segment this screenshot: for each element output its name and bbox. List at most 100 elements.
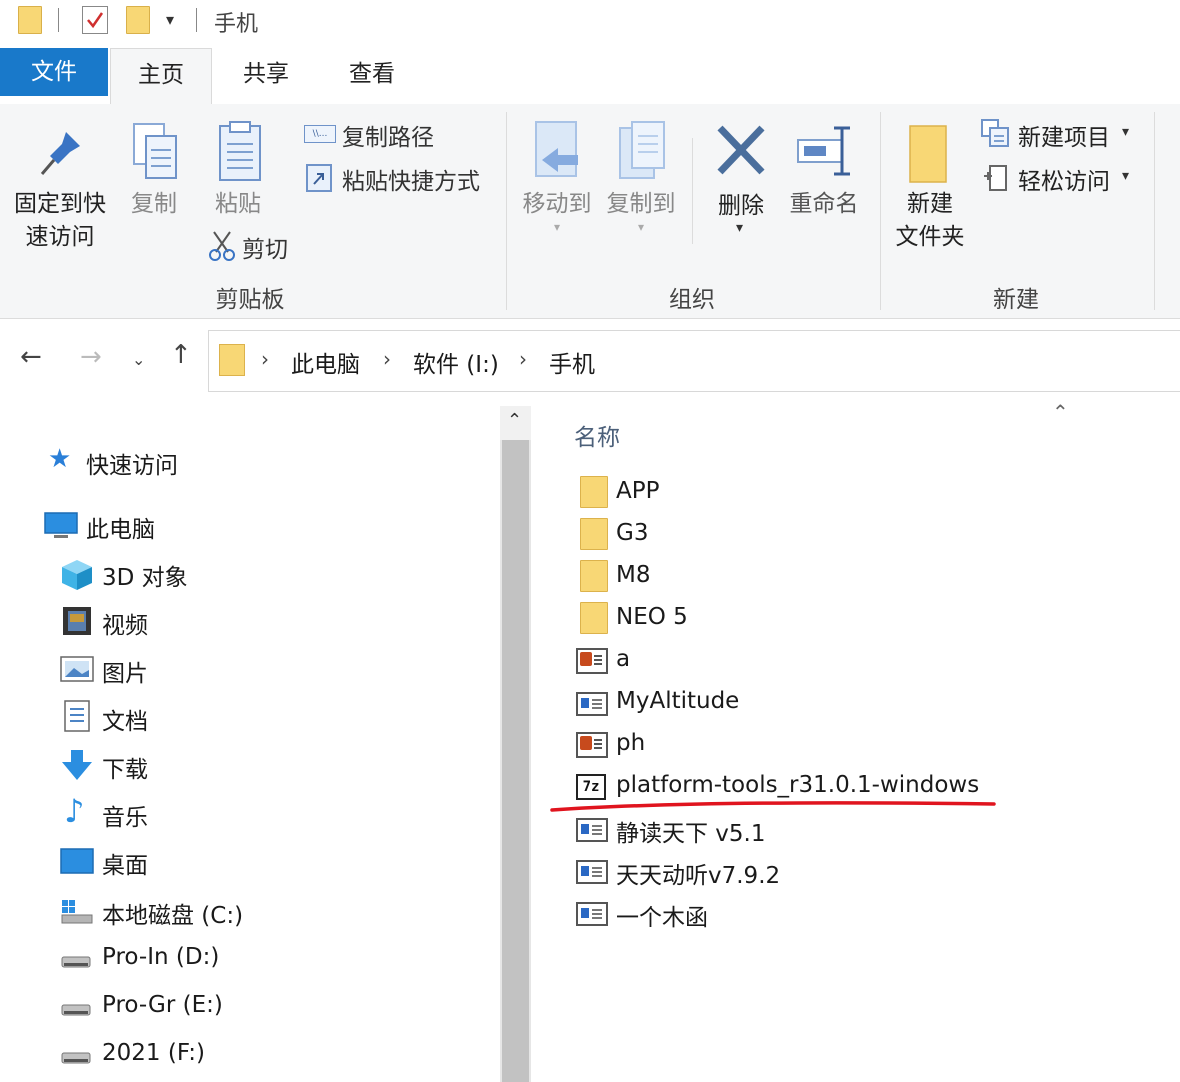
nav-item-downloads[interactable]: 下载: [60, 748, 360, 783]
title-bar: ▾ 手机: [0, 0, 1180, 46]
file-row-tiantian[interactable]: 天天动听v7.9.2: [576, 852, 1076, 890]
shortcut-badge-icon: [576, 648, 608, 674]
column-header-name[interactable]: 名称: [574, 418, 620, 452]
nav-item-pictures[interactable]: 图片: [60, 652, 360, 687]
breadcrumb-chevron-icon[interactable]: ›: [519, 347, 527, 371]
copy-label: 复制: [131, 191, 177, 217]
picture-icon: [60, 656, 94, 682]
nav-item-3d-objects[interactable]: 3D 对象: [60, 556, 360, 591]
new-group-label: 新建: [993, 287, 1039, 313]
scroll-up-button[interactable]: ⌃: [500, 406, 531, 440]
shortcut-badge-icon: [576, 732, 608, 758]
folder-icon: [580, 560, 608, 592]
breadcrumb-drive-i[interactable]: 软件 (I:): [413, 345, 499, 379]
breadcrumb-this-pc[interactable]: 此电脑: [291, 345, 360, 379]
move-to-button[interactable]: 移动到 ▾: [518, 116, 596, 236]
tab-file[interactable]: 文件: [0, 48, 108, 96]
nav-item-drive-e[interactable]: Pro-Gr (E:): [60, 990, 400, 1024]
file-name: 天天动听v7.9.2: [616, 863, 781, 889]
cut-label: 剪切: [242, 237, 288, 263]
easy-access-chevron-down-icon: ▾: [1122, 168, 1130, 184]
paste-shortcut-button[interactable]: 粘贴快捷方式: [302, 162, 502, 195]
easy-access-button[interactable]: 轻松访问 ▾: [978, 160, 1148, 195]
paste-button[interactable]: 粘贴: [206, 116, 270, 226]
application-icon: [576, 902, 608, 926]
nav-item-label: 快速访问: [86, 453, 178, 479]
breadcrumb-phone[interactable]: 手机: [549, 345, 595, 379]
file-list: 名称 ⌃ APP G3 M8 NEO 5 a MyAltitude ph 7z …: [532, 400, 1180, 1082]
nav-item-music[interactable]: ♪ 音乐: [60, 792, 360, 831]
rename-button[interactable]: 重命名: [784, 116, 864, 226]
file-row-jingdu[interactable]: 静读天下 v5.1: [576, 810, 1076, 848]
copy-to-button[interactable]: 复制到 ▾: [602, 116, 680, 236]
new-item-label: 新建项目: [1018, 125, 1110, 151]
address-bar[interactable]: › 此电脑 › 软件 (I:) › 手机: [208, 330, 1180, 392]
recent-locations-chevron-down-icon[interactable]: ⌄: [132, 350, 145, 369]
nav-item-documents[interactable]: 文档: [60, 700, 360, 735]
nav-item-label: 视频: [102, 613, 148, 639]
copy-button[interactable]: 复制: [122, 116, 186, 226]
file-row-m8[interactable]: M8: [576, 558, 1076, 596]
drive-icon: [61, 956, 91, 968]
nav-item-label: Pro-In (D:): [102, 944, 220, 970]
nav-item-drive-f[interactable]: 2021 (F:): [60, 1038, 400, 1072]
nav-item-label: 文档: [102, 709, 148, 735]
tab-share[interactable]: 共享: [218, 48, 314, 104]
file-row-yigemuhan[interactable]: 一个木函: [576, 894, 1076, 932]
up-arrow-icon[interactable]: ↑: [170, 340, 192, 370]
delete-x-icon: [717, 125, 765, 175]
file-name: a: [616, 646, 631, 672]
new-folder-button[interactable]: 新建 文件夹: [890, 116, 970, 266]
delete-chevron-down-icon: ▾: [736, 220, 744, 236]
file-row-app[interactable]: APP: [576, 474, 1076, 512]
nav-item-drive-d[interactable]: Pro-In (D:): [60, 942, 400, 976]
forward-arrow-icon[interactable]: →: [80, 342, 102, 372]
pin-icon: [40, 132, 80, 175]
nav-item-desktop[interactable]: 桌面: [60, 844, 360, 879]
delete-button[interactable]: 删除 ▾: [706, 116, 776, 240]
nav-item-quick-access[interactable]: ★ 快速访问: [48, 444, 348, 479]
clipboard-group-label: 剪贴板: [215, 287, 285, 313]
file-row-ph[interactable]: ph: [576, 726, 1076, 764]
cut-button[interactable]: 剪切: [206, 230, 306, 263]
nav-item-this-pc[interactable]: 此电脑: [44, 508, 344, 543]
paste-shortcut-label: 粘贴快捷方式: [342, 169, 480, 195]
back-arrow-icon[interactable]: ←: [20, 342, 42, 372]
new-item-icon: [981, 119, 1009, 147]
pin-to-quick-access-button[interactable]: 固定到快 速访问: [10, 116, 110, 266]
nav-item-label: 3D 对象: [102, 565, 188, 591]
file-name: 静读天下 v5.1: [616, 821, 766, 847]
nav-item-label: 2021 (F:): [102, 1040, 205, 1066]
file-row-myaltitude[interactable]: MyAltitude: [576, 684, 1076, 722]
new-item-button[interactable]: 新建项目 ▾: [978, 116, 1148, 151]
pin-label-line1: 固定到快: [14, 191, 106, 217]
copy-path-button[interactable]: \\... 复制路径: [302, 118, 502, 151]
customize-toolbar-chevron-down-icon[interactable]: ▾: [166, 10, 174, 29]
new-folder-icon[interactable]: [126, 6, 150, 34]
scroll-up-chevron-icon: ⌃: [507, 410, 523, 431]
drive-icon: [61, 1004, 91, 1016]
nav-item-videos[interactable]: 视频: [60, 604, 360, 639]
sort-ascending-chevron-up-icon[interactable]: ⌃: [1052, 400, 1069, 424]
tab-view[interactable]: 查看: [324, 48, 420, 104]
folder-icon: [580, 476, 608, 508]
breadcrumb-chevron-icon[interactable]: ›: [261, 347, 269, 371]
file-row-neo5[interactable]: NEO 5: [576, 600, 1076, 638]
paste-shortcut-icon: [306, 164, 332, 192]
group-divider: [506, 112, 507, 310]
scrollbar-thumb[interactable]: [502, 440, 529, 1082]
nav-item-drive-c[interactable]: 本地磁盘 (C:): [60, 894, 400, 929]
tab-home[interactable]: 主页: [110, 48, 212, 105]
file-row-a[interactable]: a: [576, 642, 1076, 680]
move-to-chevron-down-icon: ▾: [554, 220, 561, 234]
file-name: 一个木函: [616, 905, 708, 931]
copy-icon: [133, 123, 177, 179]
file-name: MyAltitude: [616, 688, 740, 714]
folder-icon[interactable]: [18, 6, 42, 34]
breadcrumb-chevron-icon[interactable]: ›: [383, 347, 391, 371]
paste-icon: [219, 121, 261, 181]
paste-label: 粘贴: [215, 191, 261, 217]
file-row-g3[interactable]: G3: [576, 516, 1076, 554]
pin-label-line2: 速访问: [25, 224, 95, 250]
properties-icon[interactable]: [82, 6, 108, 34]
